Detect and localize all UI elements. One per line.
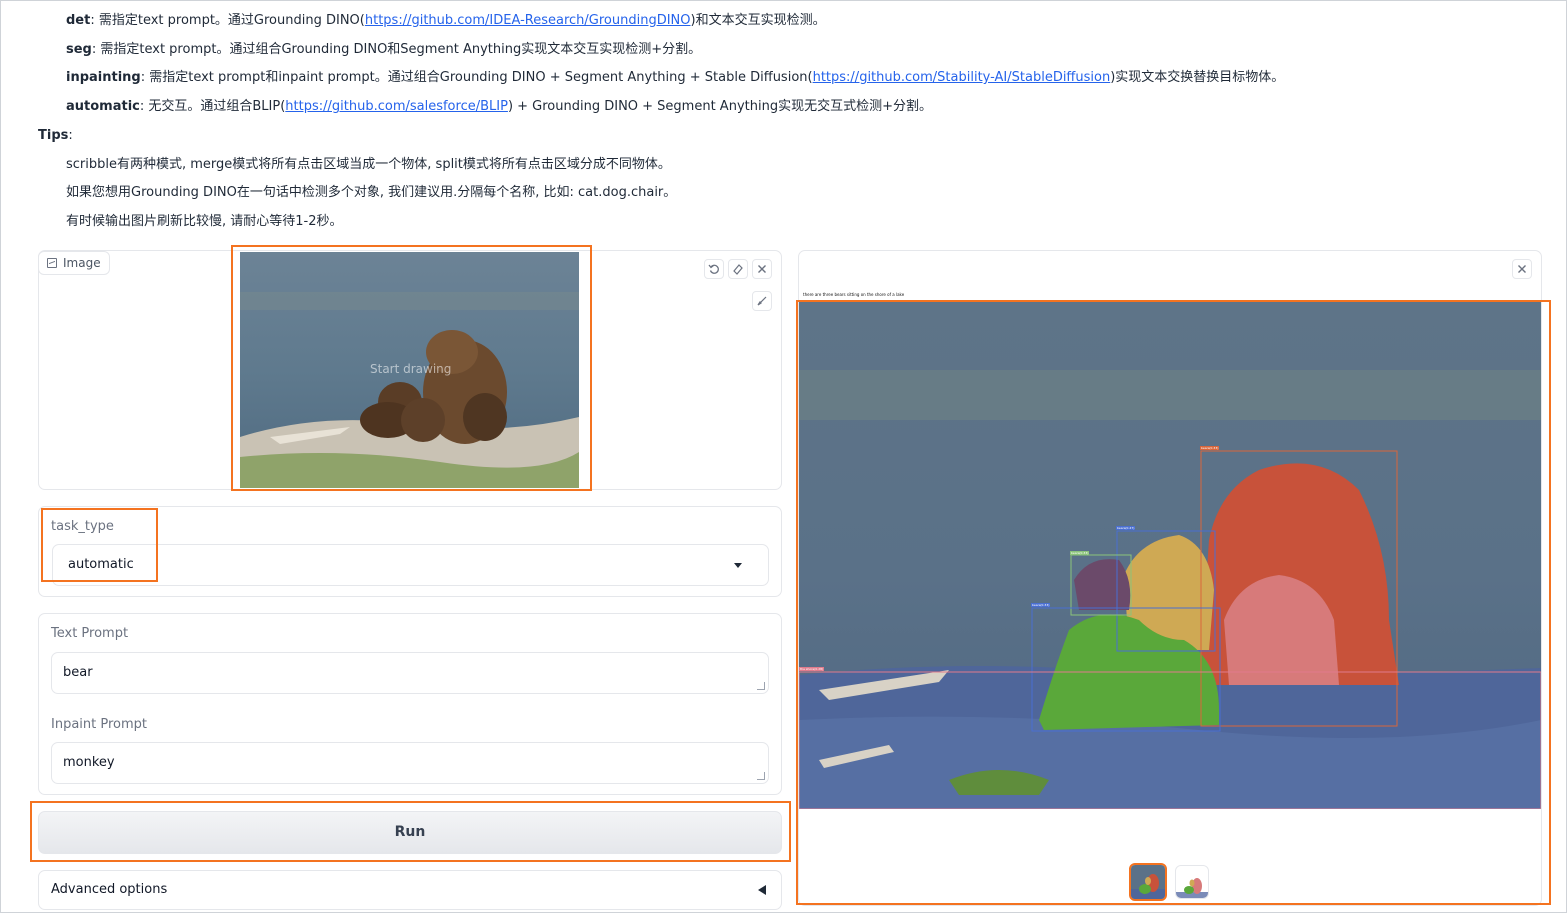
text-prompt-value: bear (63, 665, 93, 680)
thumbnail-image (1131, 865, 1165, 899)
blip-link[interactable]: https://github.com/salesforce/BLIP (285, 99, 508, 114)
highlight-image (231, 245, 592, 491)
collapse-arrow-icon (758, 885, 766, 895)
seg-line: seg: 需指定text prompt。通过组合Grounding DINO和S… (66, 41, 701, 59)
caret-down-icon (734, 563, 742, 568)
gallery-thumbnail-1[interactable] (1129, 863, 1167, 901)
advanced-options-accordion[interactable]: Advanced options (38, 870, 782, 910)
resize-grip-icon[interactable] (757, 682, 765, 690)
thumbnail-image (1176, 866, 1208, 898)
brush-icon (757, 296, 767, 306)
tips-colon: : (68, 128, 73, 143)
tip-3: 有时候输出图片刷新比较慢, 请耐心等待1-2秒。 (66, 214, 343, 229)
tips-heading: Tips: (38, 127, 73, 145)
inpainting-key: inpainting (66, 70, 141, 85)
tip-2: 如果您想用Grounding DINO在一句话中检测多个对象, 我们建议用.分隔… (66, 185, 677, 200)
det-text-end: )和文本交互实现检测。 (690, 13, 826, 28)
grounding-dino-link[interactable]: https://github.com/IDEA-Research/Groundi… (365, 13, 691, 28)
det-line: det: 需指定text prompt。通过Grounding DINO(htt… (66, 12, 826, 30)
det-text: : 需指定text prompt。通过Grounding DINO( (90, 13, 365, 28)
brush-button[interactable] (752, 291, 772, 311)
image-icon (47, 258, 57, 268)
resize-grip-icon[interactable] (757, 772, 765, 780)
seg-key: seg (66, 42, 92, 57)
highlight-task-type (41, 508, 158, 582)
inpainting-line: inpainting: 需指定text prompt和inpaint promp… (66, 69, 1284, 87)
gallery-thumbnail-2[interactable] (1175, 865, 1209, 899)
inpaint-prompt-label: Inpaint Prompt (51, 717, 148, 732)
inpainting-text-end: )实现文本交换替换目标物体。 (1110, 70, 1285, 85)
automatic-text: : 无交互。通过组合BLIP( (139, 99, 286, 114)
inpaint-prompt-value: monkey (63, 755, 115, 770)
automatic-key: automatic (66, 99, 140, 114)
text-prompt-label: Text Prompt (51, 626, 129, 641)
undo-button[interactable] (704, 259, 724, 279)
stable-diffusion-link[interactable]: https://github.com/Stability-AI/StableDi… (813, 70, 1111, 85)
advanced-options-label: Advanced options (51, 882, 168, 897)
eraser-button[interactable] (728, 259, 748, 279)
tip-1: scribble有两种模式, merge模式将所有点击区域当成一个物体, spl… (66, 157, 671, 172)
task-type-dropdown[interactable]: automatic (52, 544, 769, 586)
eraser-icon (733, 264, 743, 275)
clear-image-button[interactable] (752, 259, 772, 279)
text-prompt-input[interactable]: bear (51, 652, 769, 694)
undo-icon (708, 264, 719, 274)
image-label: Image (38, 251, 110, 275)
image-label-text: Image (63, 256, 101, 270)
automatic-text-end: ) + Grounding DINO + Segment Anything实现无… (507, 99, 932, 114)
close-gallery-button[interactable] (1512, 259, 1532, 279)
automatic-line: automatic: 无交互。通过组合BLIP(https://github.c… (66, 98, 932, 116)
highlight-run (30, 801, 791, 862)
highlight-output (796, 300, 1551, 905)
det-key: det (66, 13, 91, 28)
seg-text: : 需指定text prompt。通过组合Grounding DINO和Segm… (91, 42, 702, 57)
close-icon (758, 265, 766, 273)
inpaint-prompt-input[interactable]: monkey (51, 742, 769, 784)
close-icon (1518, 265, 1526, 273)
tips-title: Tips (38, 128, 69, 143)
inpainting-text: : 需指定text prompt和inpaint prompt。通过组合Grou… (140, 70, 813, 85)
result-caption: there are three bears sitting on the sho… (803, 292, 905, 297)
